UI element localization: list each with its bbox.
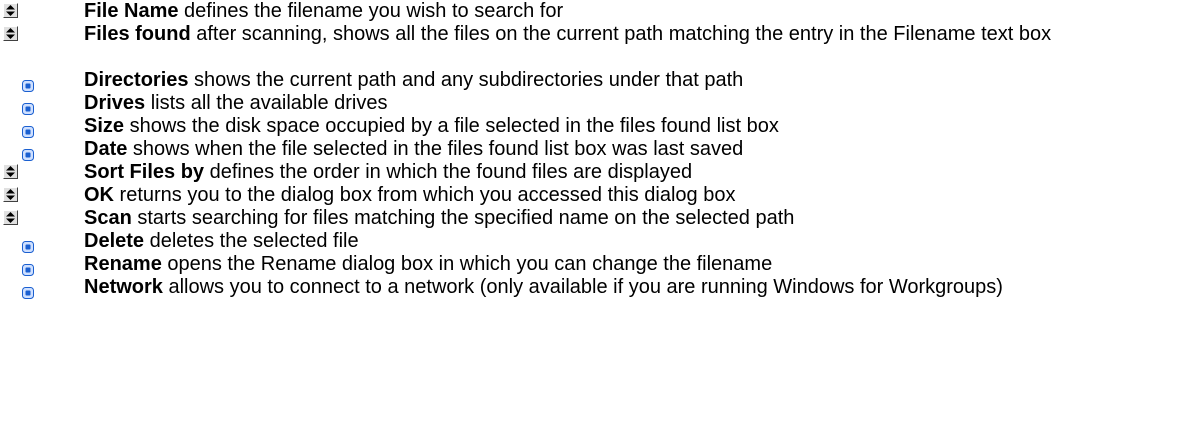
bullet-icon xyxy=(22,236,34,253)
description: shows when the file selected in the file… xyxy=(127,138,744,160)
list-item-files-found: Files found after scanning, shows all th… xyxy=(0,23,1178,46)
description: shows the current path and any subdirect… xyxy=(188,69,744,91)
term: Delete xyxy=(84,230,145,252)
description: defines the filename you wish to search … xyxy=(178,0,564,22)
term: Scan xyxy=(84,207,132,229)
bullet-icon xyxy=(22,121,34,138)
list-item-directories: Directories shows the current path and a… xyxy=(0,69,1178,92)
term: Drives xyxy=(84,92,146,114)
list-item-delete: Delete deletes the selected file xyxy=(0,230,1178,253)
spin-icon xyxy=(3,3,18,18)
term: File Name xyxy=(84,0,179,22)
description: returns you to the dialog box from which… xyxy=(114,184,736,206)
bullet-icon xyxy=(22,282,34,299)
term: OK xyxy=(84,184,114,206)
help-page: File Name defines the filename you wish … xyxy=(0,0,1183,444)
term: Sort Files by xyxy=(84,161,205,183)
bullet-icon xyxy=(22,144,34,161)
list-item-drives: Drives lists all the available drives xyxy=(0,92,1178,115)
term: Date xyxy=(84,138,128,160)
bullet-icon xyxy=(22,98,34,115)
description: shows the disk space occupied by a file … xyxy=(124,115,779,137)
term: Size xyxy=(84,115,125,137)
term: Rename xyxy=(84,253,162,275)
spin-icon xyxy=(3,164,18,179)
description: defines the order in which the found fil… xyxy=(204,161,693,183)
spin-icon xyxy=(3,187,18,202)
list-item-date: Date shows when the file selected in the… xyxy=(0,138,1178,161)
list-item-file-name: File Name defines the filename you wish … xyxy=(0,0,1178,23)
description: opens the Rename dialog box in which you… xyxy=(161,253,773,275)
description: after scanning, shows all the files on t… xyxy=(190,23,1052,45)
spin-icon xyxy=(3,26,18,41)
description: deletes the selected file xyxy=(144,230,359,252)
list-item-sort-files-by: Sort Files by defines the order in which… xyxy=(0,161,1178,184)
term: Network xyxy=(84,276,163,298)
description: starts searching for files matching the … xyxy=(131,207,795,229)
bullet-icon xyxy=(22,259,34,276)
term: Files found xyxy=(84,23,191,45)
list-item-ok: OK returns you to the dialog box from wh… xyxy=(0,184,1178,207)
description: allows you to connect to a network (only… xyxy=(162,276,1003,298)
list-item-scan: Scan starts searching for files matching… xyxy=(0,207,1178,230)
spin-icon xyxy=(3,210,18,225)
list-item-size: Size shows the disk space occupied by a … xyxy=(0,115,1178,138)
list-item-network: Network allows you to connect to a netwo… xyxy=(0,276,1178,299)
bullet-icon xyxy=(22,75,34,92)
description: lists all the available drives xyxy=(145,92,388,114)
term: Directories xyxy=(84,69,189,91)
list-item-rename: Rename opens the Rename dialog box in wh… xyxy=(0,253,1178,276)
